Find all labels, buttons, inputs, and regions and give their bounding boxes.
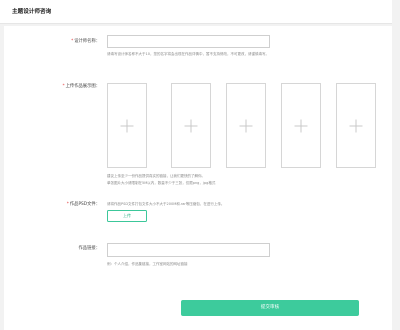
application-page: 主题设计师咨询 *设计师名称： 请填写设计师名称不大于10，您的名字将会出现在作… — [0, 0, 400, 330]
plus-icon — [294, 119, 308, 132]
showcase-hint-line-1: 建议上传至少一份作品提供真实的链接，让我们更快的了解你。 — [107, 174, 205, 178]
designer-name-hint: 请填写设计师名称不大于10，您的名字将会出现在作品详情中，暂不支持修改，不可更改… — [107, 52, 269, 56]
image-upload-slot-1[interactable] — [107, 83, 147, 168]
required-mark: * — [62, 84, 65, 89]
showcase-hint-line-2: 单张图片大小请限制在5M以内，数量不少于三张，仅限png，jpg格式 — [107, 181, 216, 185]
psd-file-hint: 请将作品PSD文件打包文件大小不大于200M和.rar等压缩包，在进行上传。 — [107, 202, 225, 206]
image-upload-slot-3[interactable] — [226, 83, 266, 168]
work-link-hint: 例：个人介绍，作品集链接，工作室网站的网址链接 — [107, 262, 188, 266]
required-mark: * — [66, 202, 69, 207]
plus-icon — [349, 119, 363, 132]
designer-name-input[interactable] — [107, 35, 270, 48]
page-header: 主题设计师咨询 — [0, 0, 392, 24]
work-link-label: 作品链接： — [78, 246, 100, 251]
plus-icon — [120, 119, 134, 132]
psd-file-label: *作品PSD文件： — [66, 202, 100, 207]
plus-icon — [239, 119, 253, 132]
page-title: 主题设计师咨询 — [12, 9, 52, 15]
image-upload-slot-5[interactable] — [336, 83, 376, 168]
required-mark: * — [71, 39, 74, 44]
showcase-label: *上传作品展示图： — [62, 84, 100, 89]
image-upload-slot-4[interactable] — [281, 83, 321, 168]
submit-review-button[interactable]: 提交审核 — [181, 300, 359, 316]
image-upload-slot-2[interactable] — [171, 83, 211, 168]
application-form: *设计师名称： 请填写设计师名称不大于10，您的名字将会出现在作品详情中，暂不支… — [4, 26, 392, 330]
upload-psd-button[interactable]: 上传 — [107, 210, 147, 222]
work-link-input[interactable] — [107, 243, 270, 257]
designer-name-label: *设计师名称： — [71, 39, 100, 44]
plus-icon — [184, 119, 198, 132]
